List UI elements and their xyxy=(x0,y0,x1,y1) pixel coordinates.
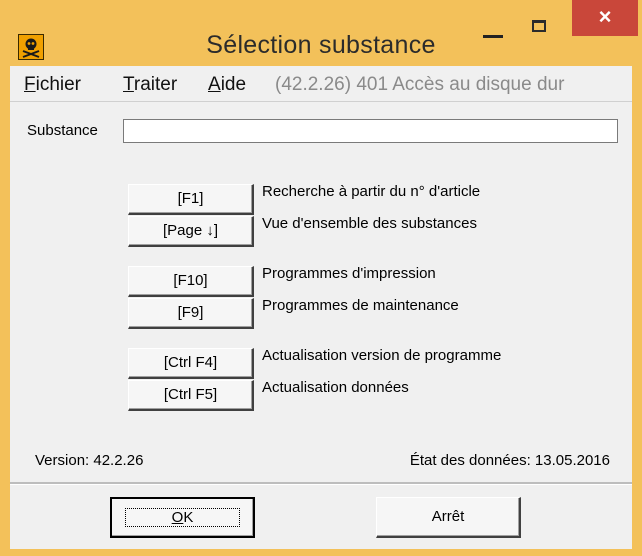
page-down-description: Vue d'ensemble des substances xyxy=(262,215,477,232)
ok-button[interactable]: OK xyxy=(110,497,255,538)
minimize-button[interactable] xyxy=(470,10,516,48)
f1-description: Recherche à partir du n° d'article xyxy=(262,183,481,200)
substance-input[interactable] xyxy=(123,119,618,143)
menu-traiter[interactable]: Traiter xyxy=(123,74,177,96)
substance-label: Substance xyxy=(27,122,98,139)
menu-aide-label: ide xyxy=(220,74,247,95)
menu-traiter-mnemonic: T xyxy=(123,74,134,95)
f10-button[interactable]: [F10] xyxy=(128,266,254,297)
stop-button[interactable]: Arrêt xyxy=(376,497,521,538)
menu-bar: Fichier Traiter Aide (42.2.26) 401 Accès… xyxy=(10,66,632,102)
page-down-button[interactable]: [Page ↓] xyxy=(128,216,254,247)
dialog-body: Substance [F1] Recherche à partir du n° … xyxy=(10,102,632,549)
menu-aide[interactable]: Aide xyxy=(208,74,246,96)
version-text: Version: 42.2.26 xyxy=(35,452,144,469)
ok-button-label: OK xyxy=(124,508,241,527)
f9-button[interactable]: [F9] xyxy=(128,298,254,329)
menu-fichier-label: ichier xyxy=(35,74,82,95)
menu-status-text: (42.2.26) 401 Accès au disque dur xyxy=(275,74,565,95)
menu-traiter-label: raiter xyxy=(133,74,178,95)
maximize-button[interactable] xyxy=(516,10,564,48)
divider xyxy=(10,482,632,485)
menu-fichier[interactable]: Fichier xyxy=(24,74,81,96)
dialog-window: Sélection substance × Fichier Traiter Ai… xyxy=(0,0,642,556)
ctrl-f5-button[interactable]: [Ctrl F5] xyxy=(128,380,254,411)
ctrl-f4-description: Actualisation version de programme xyxy=(262,347,502,364)
f10-description: Programmes d'impression xyxy=(262,265,436,282)
ok-label-rest: K xyxy=(183,509,194,526)
title-bar[interactable]: Sélection substance × xyxy=(0,0,642,66)
f9-description: Programmes de maintenance xyxy=(262,297,459,314)
f1-button[interactable]: [F1] xyxy=(128,184,254,215)
close-button[interactable]: × xyxy=(572,0,638,36)
close-icon: × xyxy=(598,4,612,29)
ctrl-f4-button[interactable]: [Ctrl F4] xyxy=(128,348,254,379)
data-state-text: État des données: 13.05.2016 xyxy=(409,452,610,469)
ctrl-f5-description: Actualisation données xyxy=(262,379,409,396)
menu-fichier-mnemonic: F xyxy=(24,74,36,95)
ok-mnemonic: O xyxy=(171,509,184,526)
menu-aide-mnemonic: A xyxy=(208,74,221,95)
